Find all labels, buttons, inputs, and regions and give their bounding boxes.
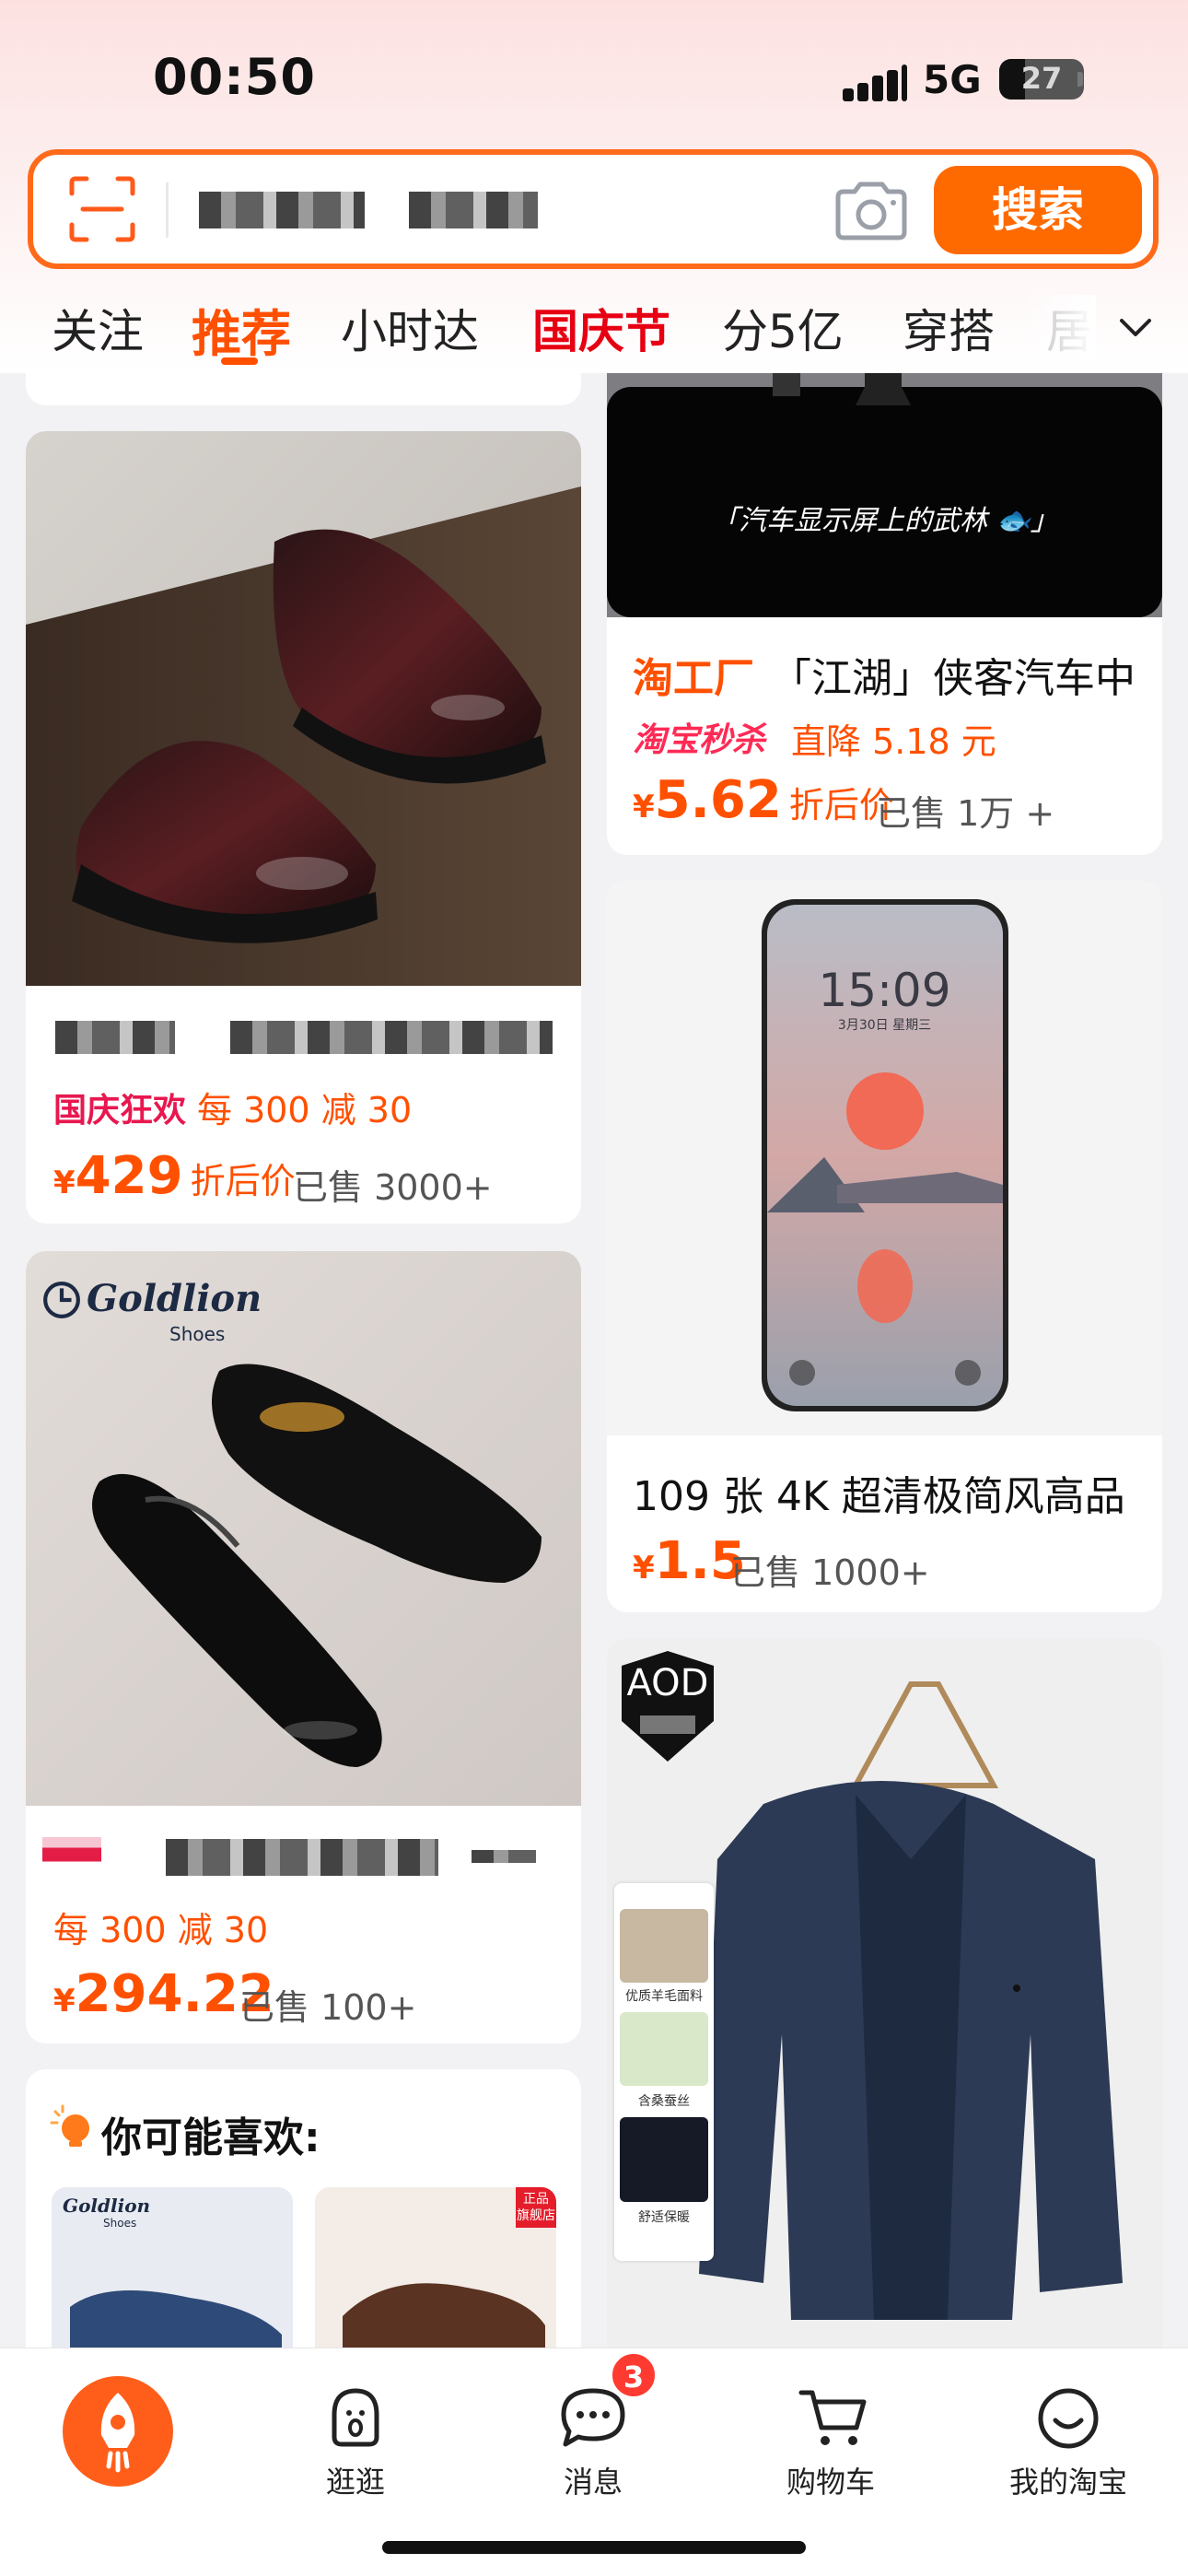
feature-image-silk [620, 2012, 708, 2086]
thumb-shoe-image [70, 2290, 282, 2362]
lightbulb-icon [50, 2104, 89, 2147]
product-image-loafer[interactable] [26, 1251, 581, 1806]
promo-text: 直降 5.18 元 [791, 721, 996, 762]
sold-count: 已售 1万 + [876, 793, 1055, 834]
product-title-redacted[interactable] [166, 1839, 438, 1876]
tab-national-day[interactable]: 国庆节 [532, 295, 670, 361]
brand-badge-text: AOD [626, 1662, 709, 1704]
brand-logo-text: Goldlion [87, 1277, 262, 1320]
price-value: 5.62 [654, 770, 782, 830]
active-tab-indicator [221, 357, 258, 365]
cart-icon [798, 2390, 867, 2445]
feature-image-warm [620, 2117, 708, 2202]
search-query-redacted-2[interactable] [409, 192, 538, 228]
product-title-redacted-2[interactable] [230, 1021, 553, 1054]
feature-label-warm: 舒适保暖 [638, 2210, 690, 2225]
tag-redacted [42, 1837, 101, 1872]
search-button[interactable]: 搜索 [934, 166, 1142, 254]
scan-icon[interactable] [68, 175, 136, 243]
price: ¥1.5 [633, 1531, 746, 1591]
feature-panel: 优质羊毛面料 含桑蚕丝 舒适保暖 [614, 1883, 714, 2261]
product-card-oxford-shoe[interactable]: 国庆狂欢 每 300 减 30 ¥429 折后价 已售 3000+ [26, 431, 581, 1224]
flash-sale-tag: 淘宝秒杀 [633, 721, 766, 759]
lock-screen-date: 3月30日 星期三 [837, 1018, 932, 1033]
product-card-car-figure[interactable]: 「汽车显示屏上的武林 🐟」 淘工厂 「江湖」侠客汽车中 淘宝秒杀 直降 5.18… [607, 350, 1162, 855]
lock-screen-time: 15:09 [818, 964, 951, 1017]
network-type: 5G [923, 57, 982, 102]
yen-symbol: ¥ [53, 1983, 76, 2020]
browse-icon [332, 2388, 379, 2447]
product-title-redacted-2[interactable] [472, 1850, 536, 1863]
yen-symbol: ¥ [53, 1165, 76, 1201]
sold-count: 已售 1000+ [730, 1552, 930, 1593]
promo-text: 每 300 减 30 [197, 1090, 413, 1130]
battery-level: 27 [1020, 61, 1063, 96]
nav-label-messages: 消息 [563, 2465, 623, 2500]
tab-fade [1022, 295, 1096, 359]
image-caption: 「汽车显示屏上的武林 🐟」 [711, 505, 1058, 537]
sold-count: 已售 100+ [239, 1987, 417, 2028]
chat-bubble-icon [561, 2388, 625, 2447]
thumb-shoe-image [343, 2283, 545, 2362]
product-card-wallpaper[interactable]: 15:09 3月30日 星期三 109 张 4K 超清极简风高品 ¥1.5 已售… [607, 881, 1162, 1612]
tab-outfit[interactable]: 穿搭 [903, 295, 995, 361]
search-divider [166, 182, 169, 238]
product-title-redacted[interactable] [55, 1021, 175, 1054]
feature-label-silk: 含桑蚕丝 [638, 2094, 690, 2109]
yen-symbol: ¥ [633, 789, 655, 825]
feature-image-wool [620, 1909, 708, 1983]
search-query-redacted[interactable] [199, 192, 365, 228]
official-store-badge: 正品 旗舰店 [516, 2187, 556, 2228]
home-indicator [382, 2541, 806, 2554]
smile-face-icon [1038, 2388, 1099, 2449]
signal-icon [843, 64, 907, 101]
sold-count: 已售 3000+ [293, 1167, 493, 1208]
price-label: 折后价 [190, 1161, 296, 1201]
product-card-loafer[interactable]: Goldlion Shoes 每 300 减 30 ¥294.22 已售 100… [26, 1251, 581, 2043]
nav-label-my-taobao: 我的淘宝 [1008, 2465, 1127, 2500]
product-card-jacket[interactable]: AOD 优质羊毛面料 含桑蚕丝 舒适保暖 [607, 1638, 1162, 2375]
price-value: 429 [75, 1146, 183, 1206]
yen-symbol: ¥ [633, 1550, 655, 1587]
thumb-brand: Goldlion [63, 2195, 151, 2217]
status-time: 00:50 [153, 48, 316, 106]
messages-badge: 3 [610, 2351, 658, 2399]
promo-tag: 国庆狂欢 [53, 1092, 187, 1130]
recommend-thumb-2[interactable]: 正品 旗舰店 [315, 2187, 556, 2364]
top-area: 00:50 5G 27 搜索 关注 推荐 小时达 国庆节 分5亿 穿搭 [0, 0, 1188, 373]
promo-text: 每 300 减 30 [53, 1910, 269, 1950]
tab-recommend[interactable]: 推荐 [192, 293, 291, 366]
nav-label-cart: 购物车 [786, 2465, 875, 2500]
tab-split-500m[interactable]: 分5亿 [722, 295, 844, 361]
battery-icon: 27 [999, 59, 1084, 100]
shop-tag: 淘工厂 [633, 655, 754, 702]
price: ¥5.62 折后价 [633, 770, 894, 830]
product-title: 109 张 4K 超清极简风高品 [633, 1473, 1125, 1520]
tab-follow[interactable]: 关注 [52, 295, 144, 361]
goldlion-logo [43, 1282, 80, 1318]
search-bar[interactable]: 搜索 [28, 149, 1159, 269]
product-title: 「江湖」侠客汽车中 [771, 655, 1136, 702]
recommend-thumb-1[interactable]: Goldlion Shoes [52, 2187, 293, 2364]
price: ¥429 折后价 [53, 1146, 296, 1206]
tab-hourly-delivery[interactable]: 小时达 [341, 295, 479, 361]
battery-tip [1077, 72, 1083, 87]
you-may-like-title: 你可能喜欢: [101, 2114, 320, 2161]
feature-label-wool: 优质羊毛面料 [625, 1989, 703, 2004]
home-button[interactable] [63, 2376, 173, 2487]
brand-logo-sub: Shoes [169, 1323, 226, 1345]
you-may-like-card[interactable]: 你可能喜欢: Goldlion Shoes 正品 旗舰店 [26, 2069, 581, 2364]
nav-label-browse: 逛逛 [325, 2465, 385, 2500]
chevron-down-icon[interactable] [1116, 308, 1155, 346]
category-tabs: 关注 推荐 小时达 国庆节 分5亿 穿搭 居 [0, 295, 1188, 378]
product-image-oxford-shoe[interactable] [26, 431, 581, 986]
product-image-car-figure[interactable] [607, 350, 1162, 617]
camera-icon[interactable] [833, 181, 910, 241]
rocket-icon [100, 2393, 135, 2473]
